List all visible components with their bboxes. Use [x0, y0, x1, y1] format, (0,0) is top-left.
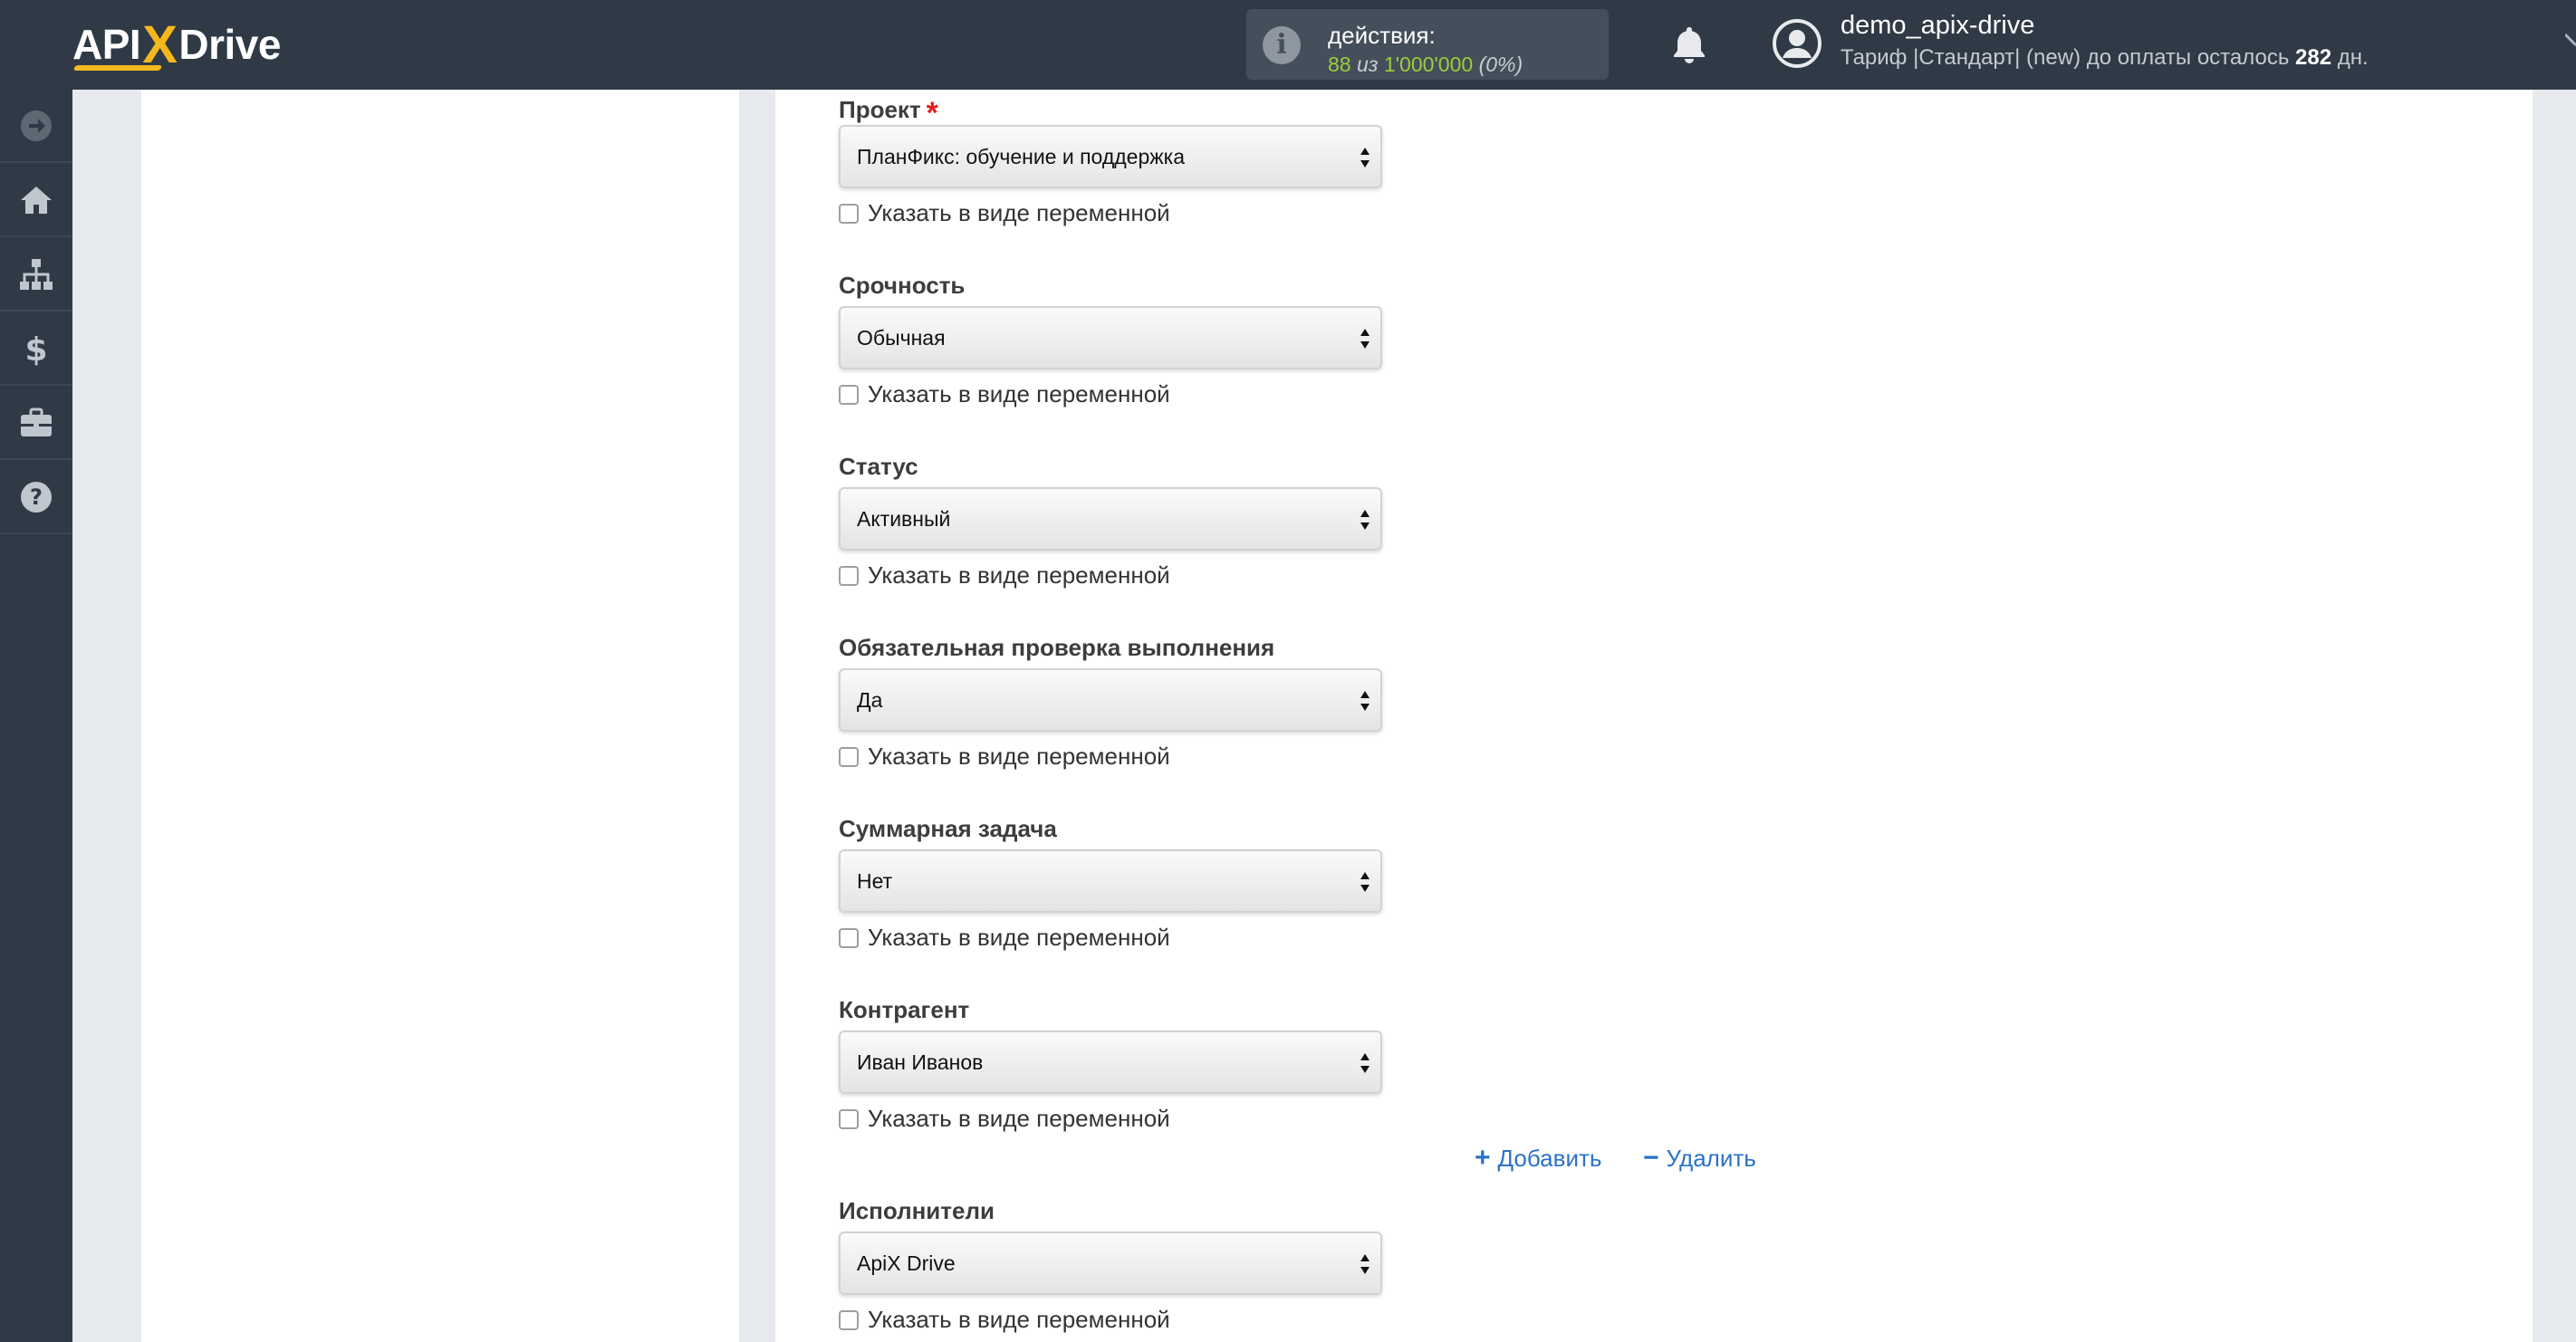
select-arrows-icon [1360, 1254, 1370, 1274]
actions-label: действия: [1328, 22, 1436, 49]
select-arrows-icon [1360, 691, 1370, 711]
home-icon [21, 186, 52, 214]
chevron-down-icon[interactable] [2565, 27, 2576, 63]
field-label: Статус [839, 453, 918, 480]
svg-text:?: ? [30, 484, 43, 510]
variable-label: Указать в виде переменной [868, 561, 1170, 589]
minus-icon: − [1643, 1143, 1659, 1173]
actions-percent: (0%) [1478, 53, 1523, 76]
variable-checkbox[interactable] [839, 384, 859, 405]
sidebar-item-connections[interactable] [0, 238, 72, 312]
tariff-info: Тариф |Стандарт| (new) до оплаты осталос… [1841, 45, 2369, 71]
select-value: ApiX Drive [857, 1251, 956, 1275]
select-value: Нет [857, 869, 893, 893]
select-value: ПланФикс: обучение и поддержка [857, 145, 1185, 168]
tariff-prefix: Тариф |Стандарт| (new) до оплаты осталос… [1841, 45, 2290, 70]
sitemap-icon [20, 258, 53, 290]
briefcase-icon [21, 407, 52, 436]
logo-text-drive: Drive [178, 21, 281, 68]
variable-option: Указать в виде переменной [839, 743, 1170, 771]
select-arrows-icon [1360, 510, 1370, 530]
variable-checkbox[interactable] [839, 1108, 859, 1129]
field-label-text: Проект [839, 96, 921, 123]
svg-text:$: $ [24, 331, 47, 367]
variable-option: Указать в виде переменной [839, 924, 1170, 952]
actions-used: 88 [1328, 53, 1351, 76]
project-select[interactable]: ПланФикс: обучение и поддержка [839, 125, 1382, 188]
variable-option: Указать в виде переменной [839, 561, 1170, 590]
actions-counts: 88 из 1'000'000 (0%) [1328, 53, 1523, 77]
select-value: Иван Иванов [857, 1050, 984, 1074]
variable-label: Указать в виде переменной [868, 924, 1170, 951]
field-label: Обязательная проверка выполнения [839, 634, 1275, 661]
variable-label: Указать в виде переменной [868, 743, 1170, 770]
username[interactable]: demo_apix-drive [1841, 11, 2034, 41]
sidebar-item-home[interactable] [0, 164, 72, 237]
remove-label: Удалить [1666, 1144, 1756, 1172]
select-value: Активный [857, 507, 951, 531]
select-value: Обычная [857, 326, 946, 350]
sidebar-item-help[interactable]: ? [0, 461, 72, 534]
user-avatar-icon[interactable] [1772, 18, 1822, 69]
variable-label: Указать в виде переменной [868, 199, 1170, 226]
actions-total: 1'000'000 [1383, 53, 1474, 76]
tariff-suffix: дн. [2337, 45, 2369, 70]
status-select[interactable]: Активный [839, 487, 1382, 551]
tariff-days: 282 [2295, 45, 2332, 70]
field-label: Исполнители [839, 1197, 995, 1224]
counterparty-select[interactable]: Иван Иванов [839, 1030, 1382, 1094]
plus-icon: + [1475, 1143, 1491, 1173]
variable-label: Указать в виде переменной [868, 1306, 1170, 1333]
variable-label: Указать в виде переменной [868, 1105, 1170, 1132]
variable-option: Указать в виде переменной [839, 1306, 1170, 1334]
urgency-select[interactable]: Обычная [839, 306, 1382, 369]
variable-checkbox[interactable] [839, 927, 859, 948]
field-label: Суммарная задача [839, 815, 1057, 842]
info-icon: i [1263, 26, 1301, 64]
actions-counter: i действия: 88 из 1'000'000 (0%) [1246, 9, 1609, 80]
bell-icon[interactable] [1667, 22, 1712, 67]
select-arrows-icon [1360, 1053, 1370, 1073]
variable-option: Указать в виде переменной [839, 199, 1170, 227]
variable-option: Указать в виде переменной [839, 380, 1170, 408]
actions-sep: из [1356, 53, 1379, 76]
variable-checkbox[interactable] [839, 203, 859, 224]
field-label: Проект * [839, 91, 938, 130]
select-value: Да [857, 688, 883, 712]
add-button[interactable]: + Добавить [1475, 1143, 1601, 1174]
variable-checkbox[interactable] [839, 746, 859, 767]
remove-button[interactable]: − Удалить [1643, 1143, 1756, 1174]
left-panel [141, 90, 739, 1342]
help-circle-icon: ? [21, 481, 52, 513]
completion-check-select[interactable]: Да [839, 668, 1382, 732]
top-bar: API X Drive i действия: 88 из 1'000'000 (0… [0, 0, 2576, 90]
select-arrows-icon [1360, 148, 1370, 168]
sidebar-item-expand[interactable] [0, 90, 72, 163]
variable-checkbox[interactable] [839, 565, 859, 586]
select-arrows-icon [1360, 329, 1370, 349]
sidebar: $ ? [0, 90, 72, 1342]
apix-drive-logo[interactable]: API X Drive [72, 13, 281, 76]
add-label: Добавить [1497, 1144, 1602, 1172]
variable-label: Указать в виде переменной [868, 380, 1170, 407]
summary-task-select[interactable]: Нет [839, 849, 1382, 913]
assignees-select[interactable]: ApiX Drive [839, 1232, 1382, 1295]
field-label: Контрагент [839, 996, 970, 1023]
variable-option: Указать в виде переменной [839, 1105, 1170, 1133]
dollar-icon: $ [24, 331, 47, 367]
logo-underline [72, 65, 163, 71]
select-arrows-icon [1360, 872, 1370, 892]
sidebar-item-billing[interactable]: $ [0, 312, 72, 386]
field-label: Срочность [839, 272, 966, 299]
variable-checkbox[interactable] [839, 1309, 859, 1330]
sidebar-item-services[interactable] [0, 387, 72, 460]
logo-text-api: API [72, 21, 141, 68]
arrow-right-circle-icon [21, 110, 52, 141]
